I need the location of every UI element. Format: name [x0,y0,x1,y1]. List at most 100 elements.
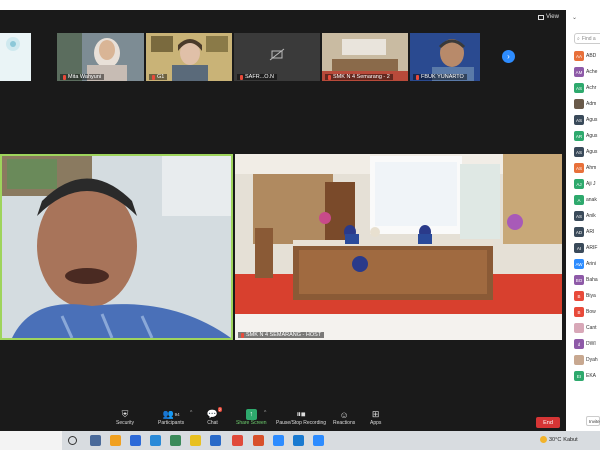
chat-icon: 💬 2 [206,407,222,419]
active-speaker-video[interactable] [0,154,233,340]
participant-tile[interactable]: Mita Wahyuni [57,33,144,81]
view-button[interactable]: View [538,12,564,22]
avatar: A [574,195,584,205]
avatar: AI [574,243,584,253]
avatar: AS [574,83,584,93]
participant-name: Agus [586,149,598,155]
store-icon[interactable] [110,435,121,446]
end-meeting-button[interactable]: End [536,417,560,428]
share-screen-button[interactable]: ↑ Share Screen [236,409,267,426]
host-video-label: SMK N 4 SEMARANG - HOST [246,332,322,338]
mail-icon[interactable] [130,435,141,446]
participant-name: Dyah [586,357,598,363]
participant-list-item[interactable]: AS Agus [574,112,600,128]
participant-list-item[interactable]: AA ABD [574,48,600,64]
folder-icon[interactable] [190,435,201,446]
explorer-icon[interactable] [170,435,181,446]
participant-list-item[interactable]: AJ Aji J [574,176,600,192]
muted-mic-icon [328,74,331,80]
participant-list-item[interactable]: BO Baha [574,272,600,288]
participant-list-item[interactable]: AS Anik [574,208,600,224]
participant-list-item[interactable]: Dyah [574,352,600,368]
smiley-icon: ☺ [339,409,349,420]
zoom-meeting-icon[interactable] [313,435,324,446]
taskbar-search[interactable] [0,431,62,450]
gallery-next-icon[interactable]: › [502,50,515,63]
avatar: AJ [574,179,584,189]
participants-button[interactable]: 👥 94 Participants [158,409,184,426]
participant-list: AA ABD AM Ache AS Achr Adm AS Agus AR Agus AS Agus AS… [574,48,600,384]
grid-view-icon [538,14,544,20]
muted-mic-icon [240,74,243,80]
apps-button[interactable]: ⊞ Apps [370,409,381,426]
participant-tile[interactable]: G1 [146,33,232,81]
chat-button[interactable]: 💬 2 Chat [206,407,222,426]
participant-list-item[interactable]: EI EKA [574,368,600,384]
security-label: Security [116,420,135,426]
zoom-icon[interactable] [273,435,284,446]
participant-tile[interactable] [0,33,31,81]
record-button[interactable]: ⏸⏹ Pause/Stop Recording [276,409,326,426]
avatar: EI [574,371,584,381]
host-video-frame [235,154,562,340]
task-view-icon[interactable] [90,435,101,446]
tile-label: SAFR...O.N [245,74,275,80]
host-video[interactable]: SMK N 4 SEMARANG - HOST [235,154,562,340]
participant-list-item[interactable]: Aanak [574,192,600,208]
participant-list-item[interactable]: d DWI [574,336,600,352]
participant-name: ARIF [586,245,598,251]
weather-widget[interactable]: 30°C Kabut [540,436,578,443]
participant-list-item[interactable]: AS Agus [574,144,600,160]
chevron-down-icon[interactable]: ⌄ [572,14,577,21]
participant-name: Ahm [586,165,597,171]
participant-list-item[interactable]: AD ARI [574,224,600,240]
participant-name: Agus [586,133,598,139]
avatar [574,323,584,333]
participant-search-input[interactable]: ⌕ Find a [574,33,600,44]
participant-tile[interactable]: SAFR...O.N [234,33,320,81]
participant-list-item[interactable]: AM Ache [574,64,600,80]
avatar: AS [574,163,584,173]
avatar: AM [574,67,584,77]
chevron-up-icon[interactable]: ^ [190,410,192,416]
participant-tile[interactable]: SMK N 4 Semarang - 2 [322,33,408,81]
participant-name: Achr [586,85,597,91]
invite-button[interactable]: Invite [586,416,600,426]
participant-list-item[interactable]: AS Achr [574,80,600,96]
reactions-button[interactable]: ☺ Reactions [333,409,356,427]
participant-name: anak [586,197,597,203]
participant-list-item[interactable]: AR Agus [574,128,600,144]
participant-list-item[interactable]: Adm [574,96,600,112]
participant-name: Arini [586,261,597,267]
avatar: BO [574,275,584,285]
chevron-up-icon[interactable]: ^ [264,410,266,416]
avatar: d [574,339,584,349]
reactions-label: Reactions [333,420,356,426]
avatar: AS [574,115,584,125]
participant-name: ARI [586,229,595,235]
muted-mic-icon [152,74,155,80]
edge-browser-icon[interactable] [293,435,304,446]
edge-icon[interactable] [150,435,161,446]
participant-name: Aji J [586,181,596,187]
participant-list-item[interactable]: B Bow [574,304,600,320]
participant-tile[interactable]: FBUK YUNARTO [410,33,496,81]
view-label: View [546,14,559,20]
apps-label: Apps [370,420,382,426]
participant-list-item[interactable]: AI ARIF [574,240,600,256]
word-icon[interactable] [210,435,221,446]
participant-list-item[interactable]: Cant [574,320,600,336]
security-button[interactable]: ⛨ Security [116,409,134,426]
powerpoint-icon[interactable] [253,435,264,446]
participant-list-item[interactable]: B Biya [574,288,600,304]
chrome-icon[interactable] [232,435,243,446]
participant-name: EKA [586,373,597,379]
participants-panel: ⌄ ⌕ Find a AA ABD AM Ache AS Achr Adm AS Agus AR A… [566,10,600,431]
search-circle-icon[interactable] [68,436,77,445]
participant-list-item[interactable]: AW Arini [574,256,600,272]
search-placeholder: Find a [581,35,596,42]
participant-name: Baha [586,277,598,283]
participant-list-item[interactable]: AS Ahm [574,160,600,176]
people-icon: 👥 [162,409,174,419]
participant-name: ABD [586,53,597,59]
